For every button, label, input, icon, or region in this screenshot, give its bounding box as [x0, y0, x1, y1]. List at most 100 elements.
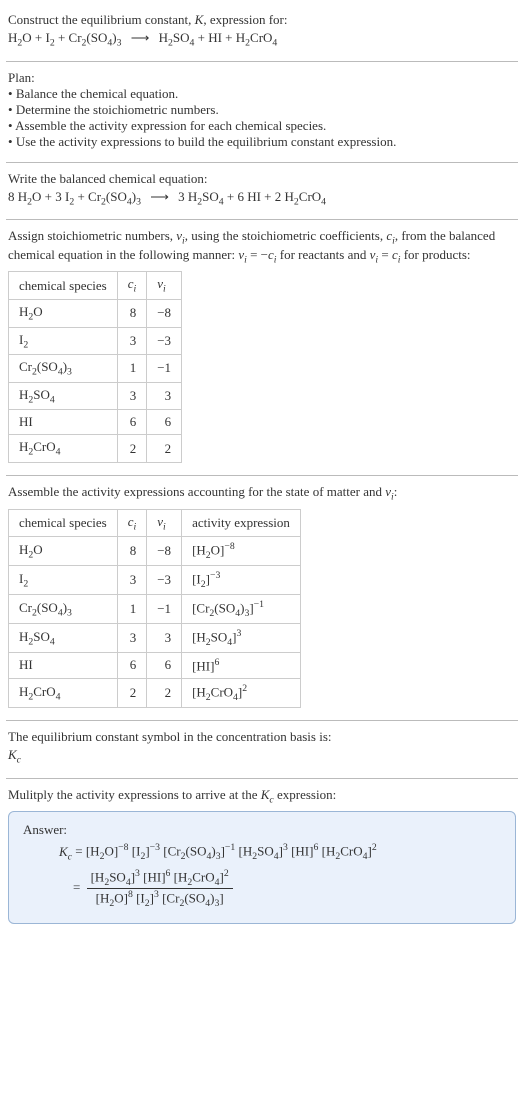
cell-v: −3	[147, 566, 182, 595]
table-row: Cr2(SO4)31−1	[9, 355, 182, 383]
plan-bullet: • Determine the stoichiometric numbers.	[8, 102, 516, 118]
table-header-row: chemical species ci νi activity expressi…	[9, 509, 301, 537]
cell-v: 6	[147, 652, 182, 678]
plan-bullet-text: Balance the chemical equation.	[16, 86, 178, 101]
stoich-desc: Assign stoichiometric numbers, νi, using…	[8, 228, 516, 265]
col-species: chemical species	[9, 509, 118, 537]
cell-v: −1	[147, 594, 182, 623]
cell-v: 6	[147, 410, 182, 435]
cell-species: H2CrO4	[9, 435, 118, 463]
cell-v: −1	[147, 355, 182, 383]
kc-fraction: [H2SO4]3 [HI]6 [H2CrO4]2 [H2O]8 [I2]3 [C…	[87, 868, 233, 909]
plan-bullet: • Assemble the activity expression for e…	[8, 118, 516, 134]
plan-title: Plan:	[8, 70, 516, 86]
prompt-reaction: H2O + I2 + Cr2(SO4)3 ⟶ H2SO4 + HI + H2Cr…	[8, 30, 516, 49]
cell-c: 2	[117, 435, 147, 463]
cell-expr: [Cr2(SO4)3]−1	[182, 594, 301, 623]
activity-desc: Assemble the activity expressions accoun…	[8, 484, 516, 503]
multiply-title: Mulitply the activity expressions to arr…	[8, 787, 516, 806]
cell-v: −8	[147, 299, 182, 327]
kc-symbol: Kc	[8, 747, 516, 766]
cell-c: 3	[117, 566, 147, 595]
table-row: H2O8−8[H2O]−8	[9, 537, 301, 566]
cell-species: HI	[9, 410, 118, 435]
col-expr: activity expression	[182, 509, 301, 537]
cell-expr: [HI]6	[182, 652, 301, 678]
cell-species: H2SO4	[9, 623, 118, 652]
cell-v: 2	[147, 435, 182, 463]
cell-expr: [I2]−3	[182, 566, 301, 595]
cell-v: 3	[147, 623, 182, 652]
col-v: νi	[147, 272, 182, 300]
prompt-line-1: Construct the equilibrium constant, K, e…	[8, 12, 516, 28]
divider	[6, 475, 518, 476]
cell-v: −3	[147, 327, 182, 355]
cell-expr: [H2SO4]3	[182, 623, 301, 652]
kc-fraction-line: = [H2SO4]3 [HI]6 [H2CrO4]2 [H2O]8 [I2]3 …	[73, 868, 501, 909]
col-c: ci	[117, 509, 147, 537]
col-v: νi	[147, 509, 182, 537]
kc-expression-line: Kc = [H2O]−8 [I2]−3 [Cr2(SO4)3]−1 [H2SO4…	[59, 842, 501, 862]
divider	[6, 162, 518, 163]
cell-c: 8	[117, 299, 147, 327]
divider	[6, 61, 518, 62]
table-row: I23−3[I2]−3	[9, 566, 301, 595]
cell-c: 6	[117, 410, 147, 435]
balanced-section: Write the balanced chemical equation: 8 …	[6, 167, 518, 216]
table-row: HI66	[9, 410, 182, 435]
cell-expr: [H2CrO4]2	[182, 679, 301, 708]
table-row: H2O8−8	[9, 299, 182, 327]
cell-c: 8	[117, 537, 147, 566]
cell-expr: [H2O]−8	[182, 537, 301, 566]
kc-symbol-section: The equilibrium constant symbol in the c…	[6, 725, 518, 774]
cell-c: 3	[117, 327, 147, 355]
cell-species: H2SO4	[9, 382, 118, 410]
table-row: H2SO433	[9, 382, 182, 410]
cell-species: H2O	[9, 299, 118, 327]
prompt-section: Construct the equilibrium constant, K, e…	[6, 8, 518, 57]
activity-section: Assemble the activity expressions accoun…	[6, 480, 518, 716]
table-row: H2SO433[H2SO4]3	[9, 623, 301, 652]
kc-fraction-num: [H2SO4]3 [HI]6 [H2CrO4]2	[87, 868, 233, 889]
col-species: chemical species	[9, 272, 118, 300]
cell-c: 6	[117, 652, 147, 678]
table-row: Cr2(SO4)31−1[Cr2(SO4)3]−1	[9, 594, 301, 623]
kc-fraction-den: [H2O]8 [I2]3 [Cr2(SO4)3]	[87, 889, 233, 909]
table-header-row: chemical species ci νi	[9, 272, 182, 300]
activity-table: chemical species ci νi activity expressi…	[8, 509, 301, 709]
col-c: ci	[117, 272, 147, 300]
stoich-table: chemical species ci νi H2O8−8 I23−3 Cr2(…	[8, 271, 182, 463]
cell-species: Cr2(SO4)3	[9, 594, 118, 623]
divider	[6, 778, 518, 779]
table-row: I23−3	[9, 327, 182, 355]
table-row: HI66[HI]6	[9, 652, 301, 678]
table-row: H2CrO422	[9, 435, 182, 463]
cell-c: 2	[117, 679, 147, 708]
divider	[6, 219, 518, 220]
balanced-title: Write the balanced chemical equation:	[8, 171, 516, 187]
cell-v: 2	[147, 679, 182, 708]
cell-species: HI	[9, 652, 118, 678]
balanced-reaction: 8 H2O + 3 I2 + Cr2(SO4)3 ⟶ 3 H2SO4 + 6 H…	[8, 189, 516, 208]
divider	[6, 720, 518, 721]
cell-c: 1	[117, 355, 147, 383]
kc-symbol-desc: The equilibrium constant symbol in the c…	[8, 729, 516, 745]
plan-bullet-text: Determine the stoichiometric numbers.	[16, 102, 219, 117]
answer-label: Answer:	[23, 822, 501, 838]
plan-bullet: • Balance the chemical equation.	[8, 86, 516, 102]
cell-species: H2O	[9, 537, 118, 566]
plan-bullet-text: Assemble the activity expression for eac…	[15, 118, 326, 133]
cell-c: 3	[117, 623, 147, 652]
cell-v: 3	[147, 382, 182, 410]
cell-v: −8	[147, 537, 182, 566]
table-row: H2CrO422[H2CrO4]2	[9, 679, 301, 708]
cell-c: 3	[117, 382, 147, 410]
plan-bullet: • Use the activity expressions to build …	[8, 134, 516, 150]
plan-section: Plan: • Balance the chemical equation. •…	[6, 66, 518, 158]
cell-species: H2CrO4	[9, 679, 118, 708]
cell-species: Cr2(SO4)3	[9, 355, 118, 383]
answer-box: Answer: Kc = [H2O]−8 [I2]−3 [Cr2(SO4)3]−…	[8, 811, 516, 924]
cell-species: I2	[9, 327, 118, 355]
plan-bullet-text: Use the activity expressions to build th…	[16, 134, 397, 149]
stoich-section: Assign stoichiometric numbers, νi, using…	[6, 224, 518, 471]
